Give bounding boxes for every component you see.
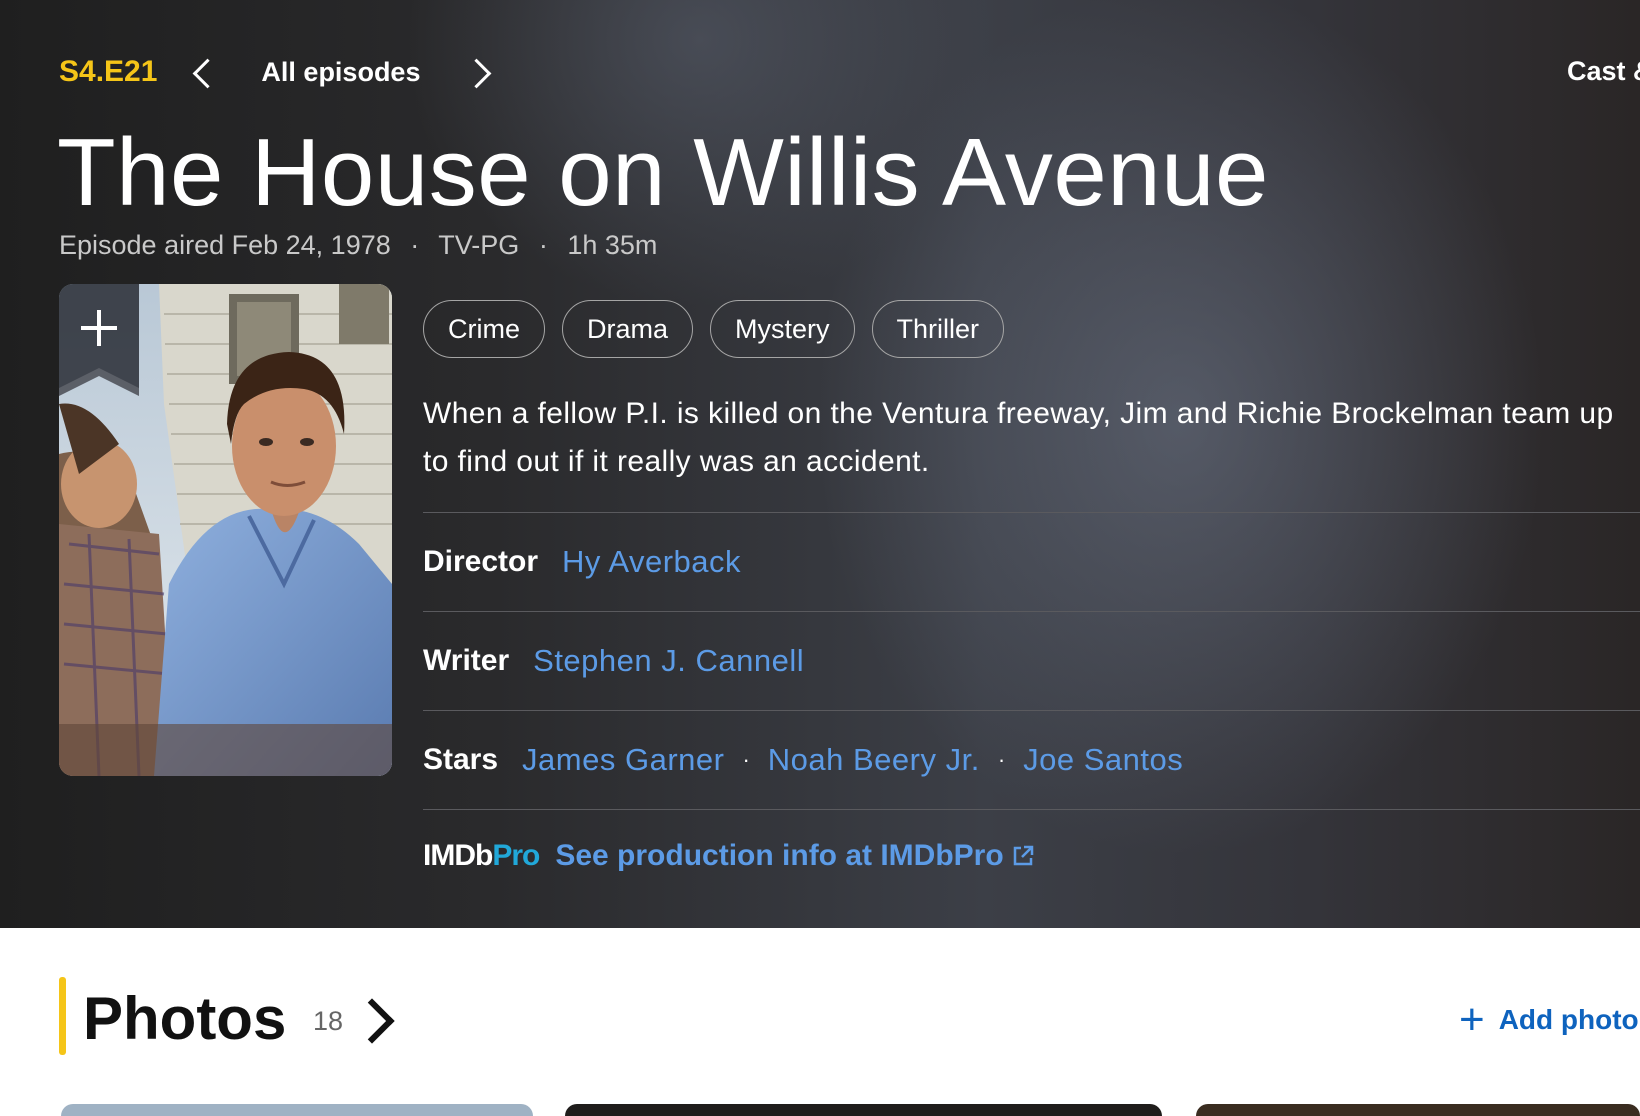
meta-separator: · xyxy=(410,230,420,260)
page-title: The House on Willis Avenue xyxy=(57,119,1269,226)
star-separator: · xyxy=(997,747,1006,772)
star-link[interactable]: James Garner xyxy=(522,742,724,778)
genre-chips: Crime Drama Mystery Thriller xyxy=(423,300,1005,358)
imdbpro-link-label: See production info at IMDbPro xyxy=(555,838,1004,872)
imdbpro-logo[interactable]: IMDbPro xyxy=(423,839,540,873)
bookmark-ribbon-icon xyxy=(59,284,139,396)
credit-row-writer: Writer Stephen J. Cannell xyxy=(423,611,1640,710)
star-separator: · xyxy=(742,747,750,772)
next-episode-chevron-right-icon[interactable] xyxy=(460,52,500,92)
star-link[interactable]: Joe Santos xyxy=(1023,742,1183,778)
external-link-icon xyxy=(1013,845,1033,865)
director-link[interactable]: Hy Averback xyxy=(562,544,741,580)
photos-heading[interactable]: Photos xyxy=(83,984,286,1054)
photo-thumbnail[interactable] xyxy=(565,1104,1162,1116)
star-link[interactable]: Noah Beery Jr. xyxy=(768,742,980,778)
watchlist-ribbon[interactable] xyxy=(59,284,139,396)
add-photo-button[interactable]: + Add photo xyxy=(1459,995,1639,1044)
content-rating[interactable]: TV-PG xyxy=(438,230,519,260)
photo-strip xyxy=(0,1104,1640,1116)
runtime: 1h 35m xyxy=(567,230,658,260)
genre-chip-crime[interactable]: Crime xyxy=(423,300,545,358)
plus-icon: + xyxy=(1459,995,1485,1044)
section-accent-bar xyxy=(59,977,66,1055)
episode-meta: Episode aired Feb 24, 1978 · TV-PG · 1h … xyxy=(59,230,657,261)
genre-chip-drama[interactable]: Drama xyxy=(562,300,694,358)
writer-label[interactable]: Writer xyxy=(423,644,509,678)
episode-poster[interactable] xyxy=(59,284,392,776)
air-date: Episode aired Feb 24, 1978 xyxy=(59,230,391,260)
credit-row-stars: Stars James Garner · Noah Beery Jr. · Jo… xyxy=(423,710,1640,809)
episode-nav: S4.E21 All episodes xyxy=(59,52,500,92)
previous-episode-chevron-left-icon[interactable] xyxy=(181,52,221,92)
imdbpro-row: IMDbPro See production info at IMDbPro xyxy=(423,809,1640,901)
chevron-right-icon[interactable] xyxy=(354,994,394,1044)
add-photo-label: Add photo xyxy=(1498,1004,1639,1035)
writer-link[interactable]: Stephen J. Cannell xyxy=(533,643,804,679)
genre-chip-mystery[interactable]: Mystery xyxy=(710,300,855,358)
cast-crew-link[interactable]: Cast & xyxy=(1567,56,1640,87)
plot-summary: When a fellow P.I. is killed on the Vent… xyxy=(423,397,1614,478)
photos-count: 18 xyxy=(313,1006,344,1036)
credits-list: Director Hy Averback Writer Stephen J. C… xyxy=(423,512,1640,901)
director-label[interactable]: Director xyxy=(423,545,538,579)
imdbpro-link[interactable]: See production info at IMDbPro xyxy=(555,839,1033,873)
photo-thumbnail[interactable] xyxy=(61,1104,533,1116)
hero-section: S4.E21 All episodes Cast & The House on … xyxy=(0,0,1640,928)
episode-code: S4.E21 xyxy=(59,55,158,88)
credit-row-director: Director Hy Averback xyxy=(423,512,1640,611)
all-episodes-link[interactable]: All episodes xyxy=(261,57,420,88)
genre-chip-thriller[interactable]: Thriller xyxy=(871,300,1005,358)
meta-separator: · xyxy=(538,230,548,260)
photos-section: Photos 18 + Add photo xyxy=(0,928,1640,1116)
stars-label[interactable]: Stars xyxy=(423,743,498,777)
photo-thumbnail[interactable] xyxy=(1196,1104,1640,1116)
